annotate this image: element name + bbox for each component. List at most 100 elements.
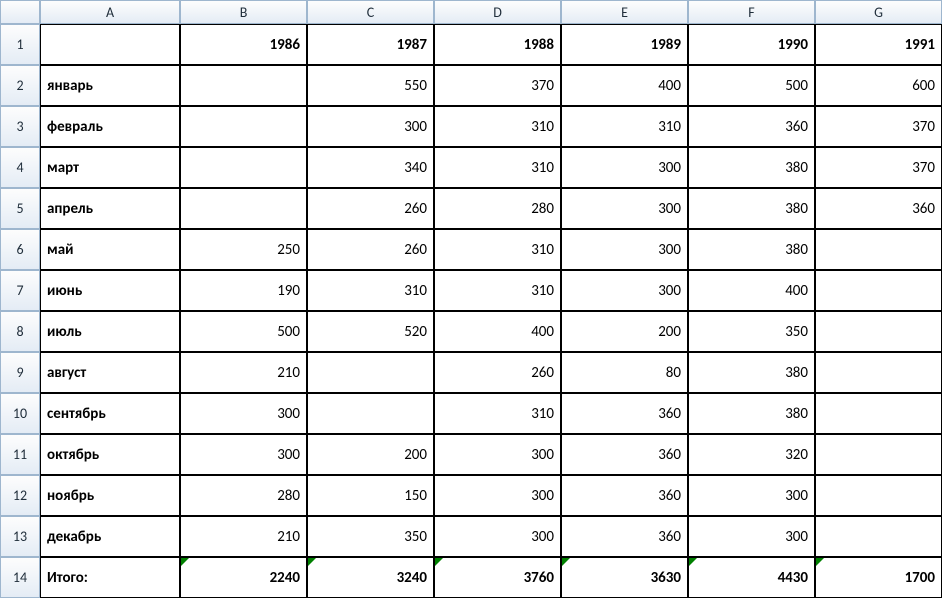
row-header-12[interactable]: 12 [0, 475, 40, 516]
cell-F4[interactable]: 380 [688, 147, 815, 188]
cell-G12[interactable] [815, 475, 942, 516]
cell-D11[interactable]: 300 [434, 434, 561, 475]
cell-C6[interactable]: 260 [307, 229, 434, 270]
col-header-G[interactable]: G [815, 0, 942, 24]
cell-B4[interactable] [180, 147, 307, 188]
cell-B2[interactable] [180, 65, 307, 106]
cell-C3[interactable]: 300 [307, 106, 434, 147]
cell-E4[interactable]: 300 [561, 147, 688, 188]
cell-C14[interactable]: 3240 [307, 557, 434, 598]
row-header-14[interactable]: 14 [0, 557, 40, 598]
cell-A13[interactable]: декабрь [40, 516, 180, 557]
cell-A14[interactable]: Итого: [40, 557, 180, 598]
cell-G8[interactable] [815, 311, 942, 352]
cell-E11[interactable]: 360 [561, 434, 688, 475]
cell-G2[interactable]: 600 [815, 65, 942, 106]
cell-C5[interactable]: 260 [307, 188, 434, 229]
row-header-7[interactable]: 7 [0, 270, 40, 311]
cell-E12[interactable]: 360 [561, 475, 688, 516]
cell-B11[interactable]: 300 [180, 434, 307, 475]
cell-A11[interactable]: октябрь [40, 434, 180, 475]
cell-B13[interactable]: 210 [180, 516, 307, 557]
row-header-1[interactable]: 1 [0, 24, 40, 65]
row-header-11[interactable]: 11 [0, 434, 40, 475]
row-header-2[interactable]: 2 [0, 65, 40, 106]
cell-B14[interactable]: 2240 [180, 557, 307, 598]
cell-D5[interactable]: 280 [434, 188, 561, 229]
cell-B7[interactable]: 190 [180, 270, 307, 311]
cell-D8[interactable]: 400 [434, 311, 561, 352]
cell-D1[interactable]: 1988 [434, 24, 561, 65]
cell-F10[interactable]: 380 [688, 393, 815, 434]
row-header-3[interactable]: 3 [0, 106, 40, 147]
cell-D13[interactable]: 300 [434, 516, 561, 557]
cell-A3[interactable]: февраль [40, 106, 180, 147]
cell-D12[interactable]: 300 [434, 475, 561, 516]
cell-D7[interactable]: 310 [434, 270, 561, 311]
cell-E14[interactable]: 3630 [561, 557, 688, 598]
cell-A9[interactable]: август [40, 352, 180, 393]
cell-D3[interactable]: 310 [434, 106, 561, 147]
cell-G4[interactable]: 370 [815, 147, 942, 188]
col-header-D[interactable]: D [434, 0, 561, 24]
cell-B1[interactable]: 1986 [180, 24, 307, 65]
cell-C10[interactable] [307, 393, 434, 434]
cell-F12[interactable]: 300 [688, 475, 815, 516]
cell-C13[interactable]: 350 [307, 516, 434, 557]
cell-E3[interactable]: 310 [561, 106, 688, 147]
cell-B6[interactable]: 250 [180, 229, 307, 270]
cell-E13[interactable]: 360 [561, 516, 688, 557]
row-header-4[interactable]: 4 [0, 147, 40, 188]
cell-F14[interactable]: 4430 [688, 557, 815, 598]
cell-A1[interactable] [40, 24, 180, 65]
cell-C9[interactable] [307, 352, 434, 393]
cell-A2[interactable]: январь [40, 65, 180, 106]
cell-G14[interactable]: 1700 [815, 557, 942, 598]
cell-A7[interactable]: июнь [40, 270, 180, 311]
col-header-B[interactable]: B [180, 0, 307, 24]
cell-G3[interactable]: 370 [815, 106, 942, 147]
cell-A10[interactable]: сентябрь [40, 393, 180, 434]
cell-B8[interactable]: 500 [180, 311, 307, 352]
cell-C1[interactable]: 1987 [307, 24, 434, 65]
cell-D2[interactable]: 370 [434, 65, 561, 106]
cell-C4[interactable]: 340 [307, 147, 434, 188]
cell-E7[interactable]: 300 [561, 270, 688, 311]
col-header-F[interactable]: F [688, 0, 815, 24]
cell-B3[interactable] [180, 106, 307, 147]
cell-D10[interactable]: 310 [434, 393, 561, 434]
spreadsheet-grid[interactable]: A B C D E F G 1 1986 1987 1988 1989 1990… [0, 0, 942, 598]
corner-select-all[interactable] [0, 0, 40, 24]
cell-B12[interactable]: 280 [180, 475, 307, 516]
cell-C8[interactable]: 520 [307, 311, 434, 352]
cell-D14[interactable]: 3760 [434, 557, 561, 598]
cell-G6[interactable] [815, 229, 942, 270]
cell-F7[interactable]: 400 [688, 270, 815, 311]
cell-B9[interactable]: 210 [180, 352, 307, 393]
cell-E1[interactable]: 1989 [561, 24, 688, 65]
cell-A5[interactable]: апрель [40, 188, 180, 229]
cell-C11[interactable]: 200 [307, 434, 434, 475]
cell-F2[interactable]: 500 [688, 65, 815, 106]
row-header-5[interactable]: 5 [0, 188, 40, 229]
cell-E6[interactable]: 300 [561, 229, 688, 270]
cell-F8[interactable]: 350 [688, 311, 815, 352]
cell-C7[interactable]: 310 [307, 270, 434, 311]
cell-G5[interactable]: 360 [815, 188, 942, 229]
cell-F9[interactable]: 380 [688, 352, 815, 393]
cell-A4[interactable]: март [40, 147, 180, 188]
cell-G11[interactable] [815, 434, 942, 475]
row-header-10[interactable]: 10 [0, 393, 40, 434]
cell-C2[interactable]: 550 [307, 65, 434, 106]
cell-G1[interactable]: 1991 [815, 24, 942, 65]
cell-B5[interactable] [180, 188, 307, 229]
cell-A6[interactable]: май [40, 229, 180, 270]
cell-A8[interactable]: июль [40, 311, 180, 352]
cell-C12[interactable]: 150 [307, 475, 434, 516]
row-header-13[interactable]: 13 [0, 516, 40, 557]
cell-F3[interactable]: 360 [688, 106, 815, 147]
cell-D9[interactable]: 260 [434, 352, 561, 393]
cell-E8[interactable]: 200 [561, 311, 688, 352]
cell-G10[interactable] [815, 393, 942, 434]
cell-F6[interactable]: 380 [688, 229, 815, 270]
